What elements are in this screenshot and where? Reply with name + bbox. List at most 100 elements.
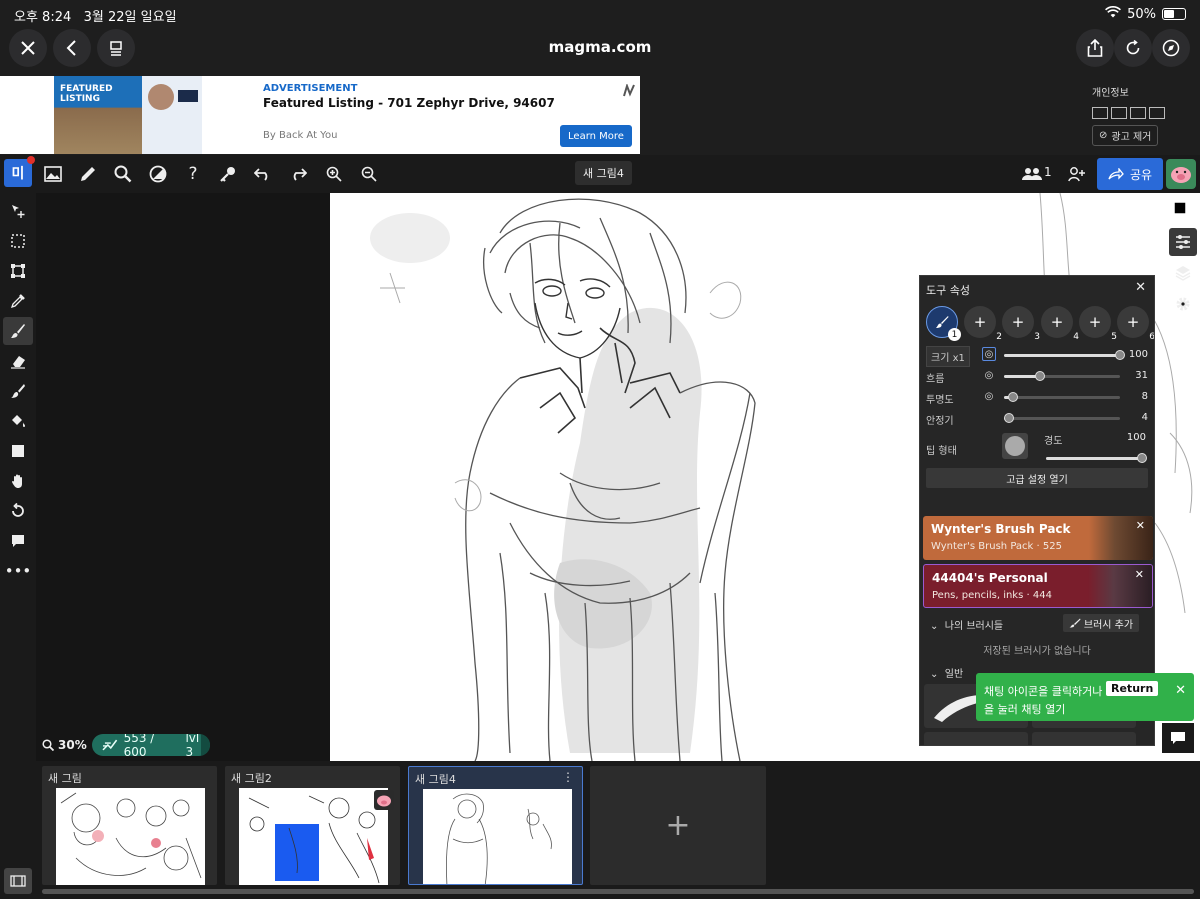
- share-button[interactable]: 공유: [1097, 158, 1163, 190]
- compass-button[interactable]: [1152, 29, 1190, 67]
- pack-close-icon[interactable]: ✕: [1136, 519, 1145, 532]
- pack-close-icon[interactable]: ✕: [1135, 568, 1144, 581]
- redo-icon[interactable]: [283, 159, 313, 189]
- document-title[interactable]: 새 그림4: [575, 161, 632, 185]
- pressure-icon[interactable]: ◎: [982, 368, 996, 382]
- advanced-settings-button[interactable]: 고급 설정 열기: [926, 468, 1148, 488]
- layers-icon[interactable]: [1169, 259, 1197, 287]
- toast-close-icon[interactable]: ✕: [1175, 683, 1186, 698]
- size-label[interactable]: 크기 x1: [926, 346, 970, 367]
- transform-tool-icon[interactable]: [3, 257, 33, 285]
- adjust-icon[interactable]: [143, 159, 173, 189]
- brush-pack-card[interactable]: 44404's Personal Pens, pencils, inks · 4…: [923, 564, 1153, 608]
- file-name: 새 그림: [48, 772, 82, 785]
- chat-button[interactable]: [1162, 723, 1194, 753]
- ad-choices-icon[interactable]: [622, 82, 636, 102]
- brush-slot-5[interactable]: +5: [1079, 306, 1117, 342]
- color-swatch-icon[interactable]: [1169, 197, 1197, 225]
- my-brushes-header[interactable]: ⌄ 나의 브러시들: [930, 617, 1003, 632]
- filmstrip-toggle-icon[interactable]: [4, 868, 32, 894]
- privacy-link[interactable]: 개인정보: [1092, 84, 1172, 99]
- stabilizer-slider[interactable]: [1003, 413, 1120, 423]
- hardness-value: 100: [1126, 432, 1146, 443]
- slot-number: 4: [1073, 332, 1079, 342]
- app-logo: 미: [11, 166, 25, 182]
- paint-bucket-icon[interactable]: [3, 407, 33, 435]
- brush-tool-icon[interactable]: [3, 317, 33, 345]
- zoom-indicator[interactable]: 30%: [42, 738, 87, 752]
- add-brush-button[interactable]: 브러시 추가: [1063, 614, 1139, 632]
- slot-number: 3: [1034, 332, 1040, 342]
- tool-sidebar: •••: [0, 193, 36, 899]
- help-icon[interactable]: ?: [178, 159, 208, 189]
- file-strip-scrollbar[interactable]: [42, 889, 1194, 894]
- ad-title[interactable]: Featured Listing - 701 Zephyr Drive, 946…: [263, 96, 555, 110]
- brush-add-icon: [1069, 618, 1081, 628]
- move-tool-icon[interactable]: [3, 197, 33, 225]
- ad-listing-image: FEATURED LISTING: [54, 76, 142, 154]
- comment-tool-icon[interactable]: [3, 527, 33, 555]
- selection-tool-icon[interactable]: [3, 227, 33, 255]
- shape-tool-icon[interactable]: [3, 437, 33, 465]
- new-file-button[interactable]: +: [590, 766, 766, 885]
- brush-preset-tile[interactable]: [1032, 732, 1136, 745]
- layout-option-4[interactable]: [1149, 107, 1165, 119]
- general-brushes-header[interactable]: ⌄ 일반: [930, 665, 963, 680]
- brush-slot-6[interactable]: +6: [1117, 306, 1154, 342]
- learn-more-button[interactable]: Learn More: [560, 125, 632, 147]
- app-logo-button[interactable]: 미: [4, 156, 35, 187]
- brush-preset-tile[interactable]: [924, 732, 1028, 745]
- search-icon[interactable]: [108, 159, 138, 189]
- panel-close-icon[interactable]: ✕: [1135, 280, 1146, 295]
- key-icon[interactable]: [213, 159, 243, 189]
- hand-tool-icon[interactable]: [3, 467, 33, 495]
- plus-icon: +: [973, 313, 987, 331]
- image-icon[interactable]: [38, 159, 68, 189]
- layout-option-3[interactable]: [1130, 107, 1146, 119]
- my-brushes-label: 나의 브러시들: [944, 621, 1004, 632]
- file-card-active[interactable]: 새 그림4 ⋮: [408, 766, 583, 885]
- size-slider[interactable]: [1004, 350, 1125, 360]
- remove-ads-button[interactable]: ⊘ 광고 제거: [1092, 125, 1159, 146]
- eyedropper-icon[interactable]: [3, 287, 33, 315]
- settings-gear-icon[interactable]: [1169, 290, 1197, 318]
- pressure-icon[interactable]: ◎: [982, 347, 996, 361]
- user-avatar[interactable]: [1166, 159, 1196, 189]
- layout-option-1[interactable]: [1092, 107, 1108, 119]
- tool-settings-icon[interactable]: [1169, 228, 1197, 256]
- pencil-icon[interactable]: [73, 159, 103, 189]
- layout-option-2[interactable]: [1111, 107, 1127, 119]
- file-card[interactable]: 새 그림2: [225, 766, 400, 885]
- brush-slot-3[interactable]: +3: [1002, 306, 1040, 342]
- more-tools-icon[interactable]: •••: [3, 557, 33, 585]
- zoom-value: 30%: [58, 738, 87, 752]
- file-card[interactable]: 새 그림: [42, 766, 217, 885]
- undo-icon[interactable]: [248, 159, 278, 189]
- url-bar[interactable]: magma.com: [0, 38, 1200, 56]
- file-menu-icon[interactable]: ⋮: [562, 770, 574, 784]
- flow-slider[interactable]: [1004, 371, 1120, 381]
- brush-slot-1[interactable]: 1: [926, 306, 961, 341]
- zoom-in-icon[interactable]: [319, 159, 349, 189]
- eraser-icon[interactable]: [3, 347, 33, 375]
- smudge-icon[interactable]: [3, 377, 33, 405]
- ad-agent-image: [142, 76, 202, 154]
- users-count[interactable]: 1: [1044, 165, 1052, 179]
- ad-banner[interactable]: FEATURED LISTING ADVERTISEMENT Featured …: [0, 76, 640, 154]
- file-thumbnail: [56, 788, 205, 885]
- xp-progress[interactable]: 553 / 600 lvl 3: [92, 734, 210, 756]
- pressure-icon[interactable]: ◎: [982, 389, 996, 403]
- add-user-icon[interactable]: [1062, 159, 1092, 189]
- zoom-out-icon[interactable]: [354, 159, 384, 189]
- xp-value: 553 / 600: [123, 734, 155, 756]
- share-page-button[interactable]: [1076, 29, 1114, 67]
- brush-pack-card[interactable]: Wynter's Brush Pack Wynter's Brush Pack …: [923, 516, 1153, 560]
- brush-slot-4[interactable]: +4: [1041, 306, 1079, 342]
- reload-button[interactable]: [1114, 29, 1152, 67]
- opacity-slider[interactable]: [1004, 392, 1120, 402]
- users-icon[interactable]: [1020, 159, 1044, 189]
- rotate-tool-icon[interactable]: [3, 497, 33, 525]
- hardness-slider[interactable]: [1046, 453, 1147, 463]
- browser-toolbar: magma.com: [0, 28, 1200, 76]
- brush-slot-2[interactable]: +2: [964, 306, 1002, 342]
